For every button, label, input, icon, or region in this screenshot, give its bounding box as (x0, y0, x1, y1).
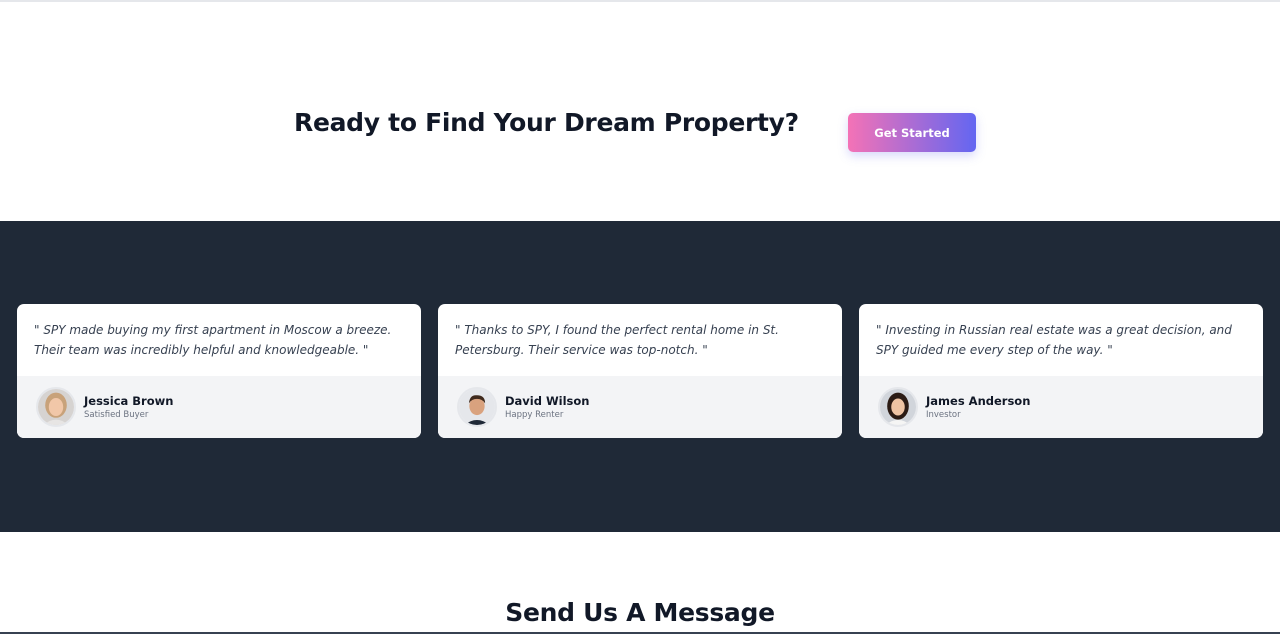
testimonial-quote: " Thanks to SPY, I found the perfect ren… (455, 323, 779, 357)
contact-title: Send Us A Message (505, 598, 775, 627)
author-role: Investor (926, 410, 961, 420)
testimonial-author: David Wilson Happy Renter (438, 376, 842, 438)
contact-section: Send Us A Message (0, 532, 1280, 632)
author-role: Satisfied Buyer (84, 410, 149, 420)
avatar-woman-dark-hair-icon (878, 387, 918, 427)
testimonial-card: " Investing in Russian real estate was a… (859, 304, 1263, 438)
testimonials-section: " SPY made buying my first apartment in … (0, 221, 1280, 532)
testimonial-quote: " Investing in Russian real estate was a… (876, 323, 1232, 357)
avatar-man-icon (457, 387, 497, 427)
testimonial-card: " SPY made buying my first apartment in … (17, 304, 421, 438)
cta-title: Ready to Find Your Dream Property? (294, 108, 799, 137)
author-name: James Anderson (926, 394, 1031, 408)
testimonial-card: " Thanks to SPY, I found the perfect ren… (438, 304, 842, 438)
testimonial-author: James Anderson Investor (859, 376, 1263, 438)
get-started-button[interactable]: Get Started (848, 113, 976, 152)
author-name: David Wilson (505, 394, 590, 408)
testimonial-quote: " SPY made buying my first apartment in … (34, 323, 392, 357)
author-name: Jessica Brown (84, 394, 174, 408)
cta-section: Ready to Find Your Dream Property? Get S… (0, 2, 1280, 221)
testimonial-list: " SPY made buying my first apartment in … (17, 304, 1265, 438)
avatar-woman-blonde-icon (36, 387, 76, 427)
author-role: Happy Renter (505, 410, 564, 420)
testimonial-author: Jessica Brown Satisfied Buyer (17, 376, 421, 438)
